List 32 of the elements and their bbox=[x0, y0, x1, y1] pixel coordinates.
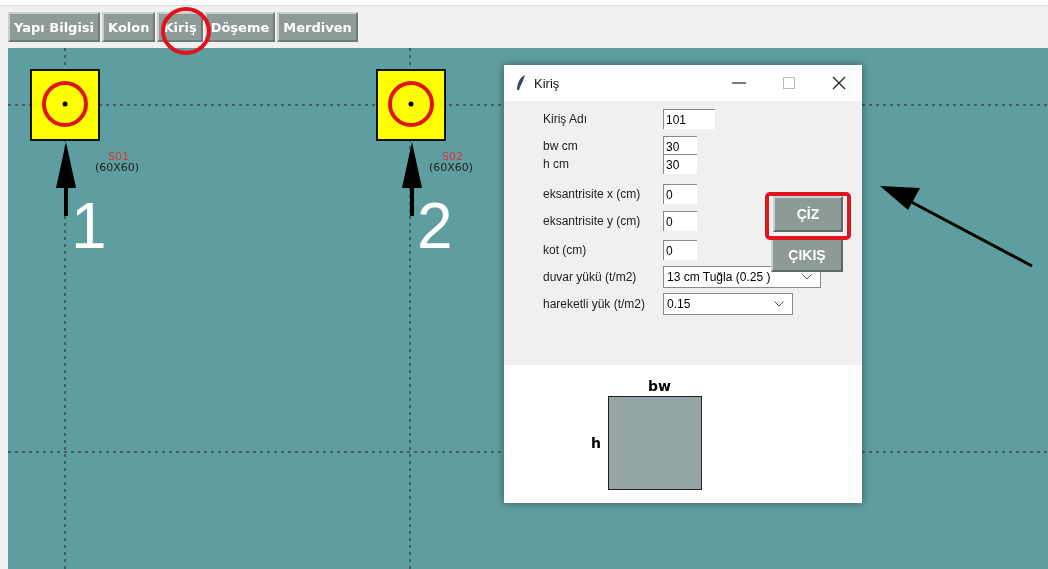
field-label: hareketli yük (t/m2) bbox=[542, 297, 647, 311]
input-field[interactable]: 30 bbox=[663, 154, 697, 174]
field-label: bw cm bbox=[542, 139, 579, 153]
annotation-number: 1 bbox=[71, 194, 107, 258]
input-field[interactable]: 101 bbox=[663, 109, 715, 129]
column-name: S01 bbox=[108, 151, 129, 162]
highlight-circle bbox=[160, 6, 212, 56]
column-size: (60X60) bbox=[95, 162, 140, 173]
input-field[interactable]: 0 bbox=[663, 184, 697, 204]
dropdown[interactable]: 13 cm Tuğla (0.25 ) bbox=[663, 266, 821, 288]
field-label: Kiriş Adı bbox=[542, 112, 588, 126]
field-label: eksantrisite y (cm) bbox=[542, 214, 642, 228]
window-title: Kiriş bbox=[534, 75, 560, 91]
column-symbol-icon[interactable] bbox=[30, 69, 100, 141]
close-icon[interactable] bbox=[832, 76, 846, 90]
column-size: (60X60) bbox=[429, 162, 474, 173]
chevron-icon bbox=[774, 301, 784, 307]
field-label: eksantrisite x (cm) bbox=[542, 187, 642, 201]
column-name: S02 bbox=[442, 151, 463, 162]
field-label: duvar yükü (t/m2) bbox=[542, 270, 638, 284]
feather-icon bbox=[516, 75, 526, 91]
field-label: kot (cm) bbox=[542, 243, 588, 257]
input-field[interactable]: 30 bbox=[663, 136, 697, 156]
field-label: h cm bbox=[542, 157, 570, 171]
column-symbol-icon[interactable] bbox=[376, 69, 446, 141]
input-field[interactable]: 0 bbox=[663, 211, 697, 231]
chevron-icon bbox=[802, 274, 812, 280]
annotation-number: 2 bbox=[417, 194, 453, 258]
dimension-label: bw bbox=[648, 379, 672, 393]
input-field[interactable]: 0 bbox=[663, 240, 697, 260]
dropdown[interactable]: 0.15 bbox=[663, 293, 793, 315]
dimension-label: h bbox=[591, 435, 602, 451]
